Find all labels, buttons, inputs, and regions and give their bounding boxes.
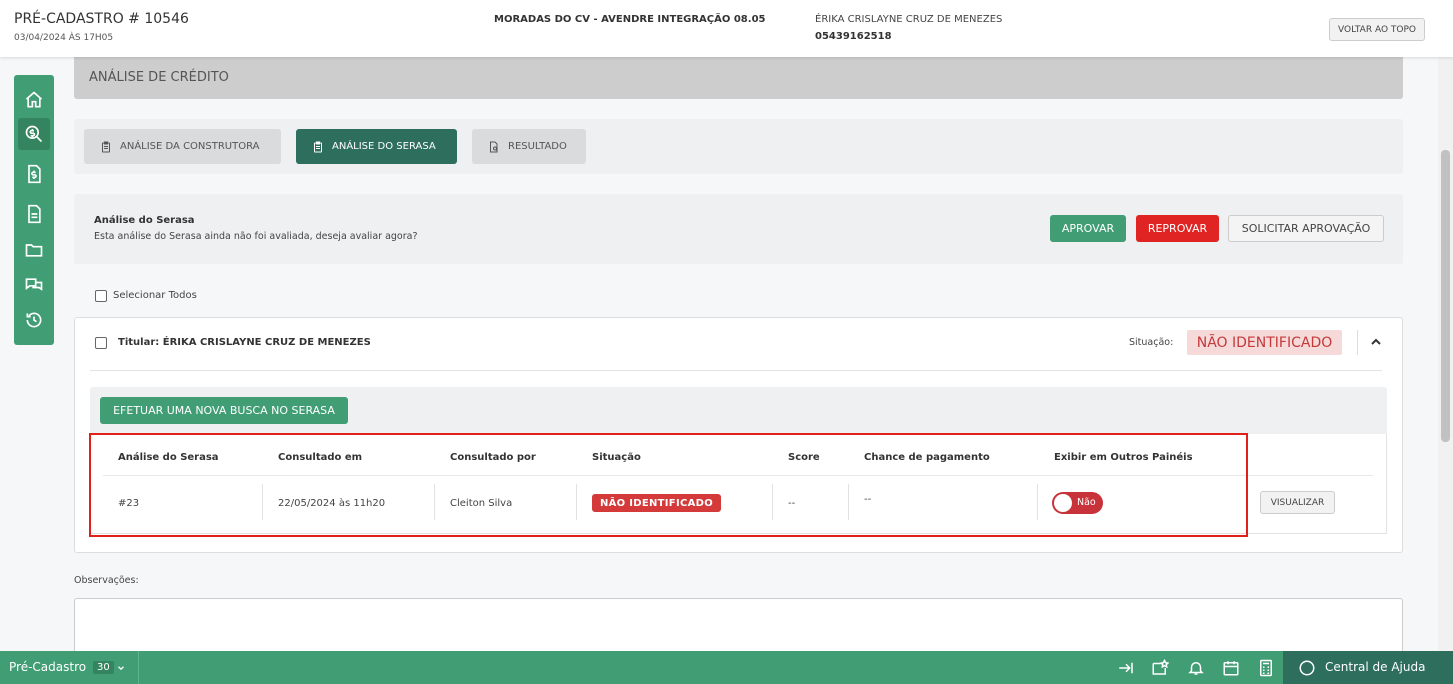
credit-search-icon — [25, 125, 43, 143]
view-button[interactable]: VISUALIZAR — [1260, 491, 1335, 514]
chevron-up-icon[interactable] — [1368, 334, 1384, 350]
calendar-icon[interactable] — [1222, 659, 1240, 677]
bottom-bar-count: 30 — [93, 661, 114, 674]
history-icon — [26, 312, 42, 328]
enterprise-name: MORADAS DO CV - AVENDRE INTEGRAÇÃO 08.05 — [494, 14, 766, 25]
sidebar-item-messages[interactable] — [18, 269, 50, 301]
divider — [576, 484, 577, 520]
analysis-title: Análise do Serasa — [94, 215, 195, 226]
sidebar-item-credit-analysis[interactable] — [18, 118, 50, 150]
situation-badge: NÃO IDENTIFICADO — [1187, 330, 1342, 355]
titular-checkbox[interactable] — [95, 337, 107, 349]
cell-situation-badge: NÃO IDENTIFICADO — [592, 494, 721, 512]
cell-analysis-id: #23 — [118, 498, 140, 509]
client-cpf: 05439162518 — [815, 31, 892, 42]
observations-textarea[interactable] — [74, 598, 1403, 658]
document-icon — [28, 204, 41, 224]
tab-serasa[interactable]: ANÁLISE DO SERASA — [296, 129, 457, 164]
divider — [1357, 330, 1358, 355]
divider — [772, 484, 773, 520]
select-all-label: Selecionar Todos — [113, 290, 197, 301]
sidebar-item-financial[interactable] — [18, 158, 50, 190]
section-title: ANÁLISE DE CRÉDITO — [89, 70, 229, 85]
created-date: 03/04/2024 ÀS 17H05 — [14, 33, 114, 43]
bottom-bar: Pré-Cadastro 30 Central de Ajuda — [0, 651, 1453, 684]
approve-button[interactable]: APROVAR — [1050, 215, 1126, 242]
sidebar-item-history[interactable] — [18, 304, 50, 336]
cell-score: -- — [788, 498, 796, 509]
divider — [138, 651, 139, 684]
top-header: PRÉ-CADASTRO # 10546 03/04/2024 ÀS 17H05… — [0, 0, 1453, 57]
table-header: Situação — [592, 452, 641, 463]
sidebar-item-documents[interactable] — [18, 198, 50, 230]
divider — [103, 475, 1373, 476]
show-other-panels-toggle[interactable]: Não — [1052, 492, 1103, 514]
collapse-icon[interactable] — [1117, 659, 1135, 677]
sidebar-item-home[interactable] — [18, 84, 50, 116]
cell-chance: -- — [864, 494, 872, 505]
select-all-checkbox[interactable] — [95, 290, 107, 302]
toggle-knob — [1054, 494, 1072, 512]
chevron-down-icon[interactable] — [116, 663, 126, 673]
table-header: Chance de pagamento — [864, 452, 990, 463]
tab-construtora[interactable]: ANÁLISE DA CONSTRUTORA — [84, 129, 281, 164]
tab-resultado[interactable]: RESULTADO — [472, 129, 586, 164]
bottom-bar-label[interactable]: Pré-Cadastro — [9, 660, 86, 674]
new-serasa-search-button[interactable]: EFETUAR UMA NOVA BUSCA NO SERASA — [100, 397, 348, 424]
back-to-top-button[interactable]: VOLTAR AO TOPO — [1329, 18, 1425, 41]
observations-label: Observações: — [74, 575, 139, 586]
help-chat-icon — [1299, 660, 1315, 676]
home-icon — [25, 91, 43, 108]
serasa-table — [90, 434, 1387, 534]
table-header: Consultado por — [450, 452, 536, 463]
chat-icon — [25, 278, 43, 291]
page-title: PRÉ-CADASTRO # 10546 — [14, 11, 189, 27]
clipboard-icon — [314, 141, 322, 152]
favorite-icon[interactable] — [1151, 659, 1169, 677]
table-header: Consultado em — [278, 452, 363, 463]
toggle-label: Não — [1077, 497, 1096, 508]
sidebar-item-folders[interactable] — [18, 234, 50, 266]
table-header: Exibir em Outros Painéis — [1054, 452, 1193, 463]
section-title-bar: ANÁLISE DE CRÉDITO — [74, 57, 1403, 99]
cell-consulted-by: Cleiton Silva — [450, 498, 513, 509]
divider — [434, 484, 435, 520]
divider — [848, 484, 849, 520]
report-icon — [490, 141, 498, 152]
help-center-label: Central de Ajuda — [1325, 660, 1426, 674]
table-header: Análise do Serasa — [118, 452, 219, 463]
divider — [1037, 484, 1038, 520]
request-approval-button[interactable]: SOLICITAR APROVAÇÃO — [1228, 215, 1384, 242]
clipboard-icon — [102, 141, 110, 152]
cell-consulted-at: 22/05/2024 às 11h20 — [278, 498, 386, 509]
reject-button[interactable]: REPROVAR — [1136, 215, 1219, 242]
client-name: ÉRIKA CRISLAYNE CRUZ DE MENEZES — [815, 14, 1003, 25]
sidebar — [14, 75, 54, 345]
bell-icon[interactable] — [1187, 659, 1205, 677]
divider — [90, 370, 1382, 371]
titular-name: Titular: ÉRIKA CRISLAYNE CRUZ DE MENEZES — [118, 337, 371, 348]
divider — [262, 484, 263, 520]
situation-label: Situação: — [1129, 337, 1174, 348]
money-document-icon — [28, 164, 41, 184]
table-header: Score — [788, 452, 820, 463]
scrollbar-thumb[interactable] — [1441, 150, 1450, 442]
folder-icon — [25, 244, 43, 257]
analysis-description: Esta análise do Serasa ainda não foi ava… — [94, 231, 418, 242]
calculator-icon[interactable] — [1257, 659, 1275, 677]
